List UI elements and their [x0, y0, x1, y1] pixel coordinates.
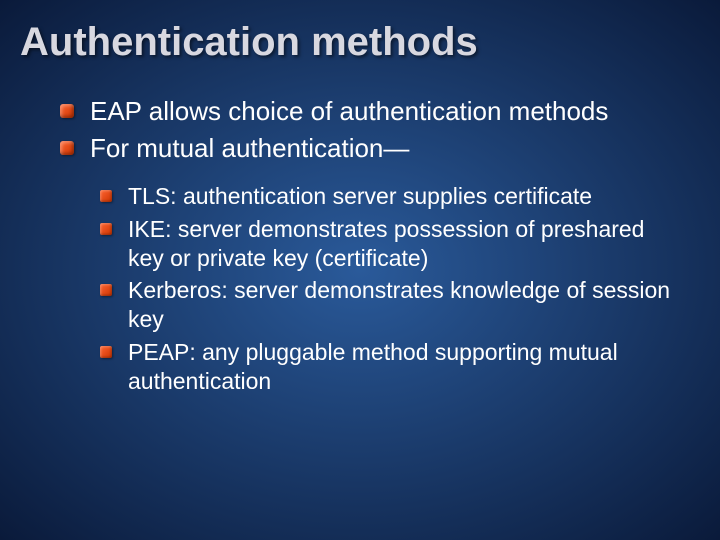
main-bullet-list: EAP allows choice of authentication meth…: [60, 95, 680, 164]
list-item: IKE: server demonstrates possession of p…: [100, 215, 680, 273]
slide-content: EAP allows choice of authentication meth…: [0, 75, 720, 419]
list-item: Kerberos: server demonstrates knowledge …: [100, 276, 680, 334]
list-item: PEAP: any pluggable method supporting mu…: [100, 338, 680, 396]
sub-bullet-list: TLS: authentication server supplies cert…: [100, 182, 680, 395]
list-item: For mutual authentication—: [60, 132, 680, 165]
list-item: TLS: authentication server supplies cert…: [100, 182, 680, 211]
list-item: EAP allows choice of authentication meth…: [60, 95, 680, 128]
slide-title: Authentication methods: [0, 0, 720, 75]
